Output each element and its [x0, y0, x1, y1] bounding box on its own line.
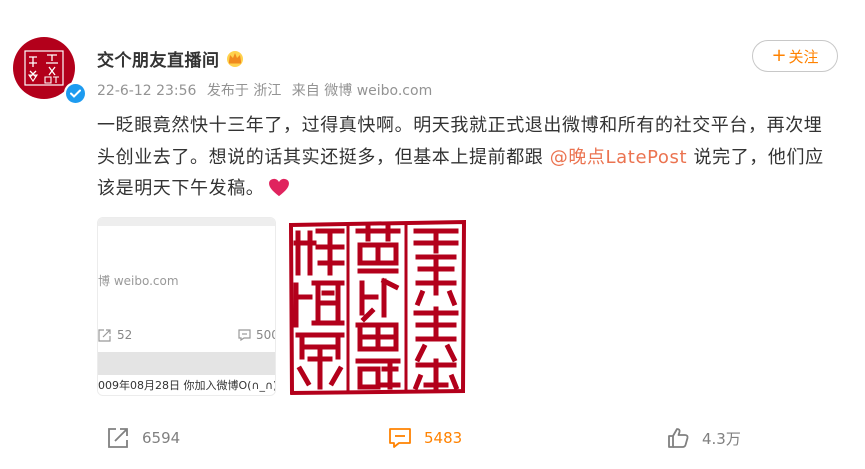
author-name[interactable]: 交个朋友直播间: [97, 46, 220, 71]
post-meta: 22-6-12 23:56 发布于 浙江 来自 微博 weibo.com: [97, 80, 438, 100]
like-count: 4.3万: [702, 429, 741, 448]
image-comment-count: 500: [238, 328, 275, 342]
mention-link[interactable]: @晚点LatePost: [550, 147, 687, 168]
avatar[interactable]: [11, 36, 86, 106]
image-comment-icon: [238, 329, 251, 341]
image-comment-number: 500: [256, 328, 275, 342]
verified-icon: [64, 82, 86, 104]
image-date-text: 009年08月28日 你加入微博O(∩_∩)O: [98, 375, 275, 395]
comment-icon: [389, 428, 411, 448]
post-location: 发布于 浙江: [206, 83, 282, 99]
post-image-seal[interactable]: [288, 217, 467, 396]
post-image-screenshot[interactable]: 博 weibo.com 52 500 009年08月28日 你加入微博O(∩_∩…: [97, 217, 276, 396]
heart-icon: [269, 178, 290, 197]
repost-count: 6594: [142, 429, 181, 447]
post-timestamp[interactable]: 22-6-12 23:56: [97, 83, 196, 99]
image-domain-text: 博 weibo.com: [98, 274, 179, 288]
plus-icon: +: [771, 45, 787, 66]
image-repost-number: 52: [117, 328, 133, 342]
crown-icon: [226, 51, 243, 67]
repost-icon: [108, 428, 128, 448]
image-repost-icon: [98, 328, 111, 342]
like-icon: [668, 428, 689, 448]
post-source: 来自 微博 weibo.com: [291, 83, 433, 99]
follow-button[interactable]: + 关注: [752, 40, 838, 72]
like-button[interactable]: 4.3万: [666, 420, 741, 456]
post-text: 一眨眼竟然快十三年了，过得真快啊。明天我就正式退出微博和所有的社交平台，再次埋头…: [97, 110, 837, 205]
follow-label: 关注: [788, 47, 819, 66]
seal-stamp-image: [288, 219, 467, 396]
author-row: 交个朋友直播间: [97, 46, 245, 71]
image-repost-count: 52: [98, 328, 132, 342]
comment-count: 5483: [424, 429, 463, 447]
image-header-strip: [98, 218, 275, 226]
repost-button[interactable]: 6594: [106, 420, 180, 456]
comment-button[interactable]: 5483: [388, 420, 462, 456]
action-bar: 6594 5483 4.3万: [0, 420, 865, 460]
image-divider-bar: [98, 352, 275, 376]
